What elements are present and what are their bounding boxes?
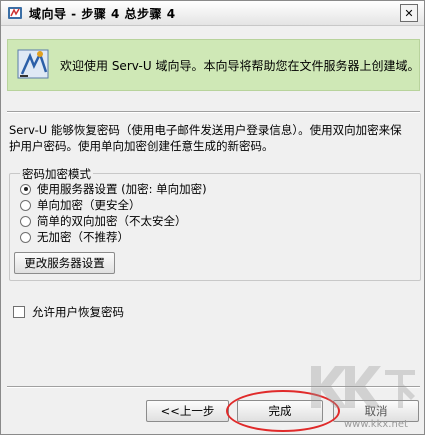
radio-option-server-settings[interactable]: 使用服务器设置 (加密: 单向加密): [20, 181, 207, 197]
wizard-icon: [17, 49, 49, 79]
title-bar: 域向导 - 步骤 4 总步骤 4 ✕: [1, 1, 424, 26]
wizard-window: 域向导 - 步骤 4 总步骤 4 ✕ 欢迎使用 Serv-U 域向导。本向导将帮…: [0, 0, 425, 435]
radio-button[interactable]: [20, 215, 31, 227]
description-line-2: 护用户密码。使用单向加密创建任意生成的新密码。: [9, 139, 274, 153]
separator-top: [7, 111, 420, 113]
change-server-settings-button[interactable]: 更改服务器设置: [14, 252, 115, 274]
radio-button[interactable]: [20, 231, 31, 243]
radio-option-one-way[interactable]: 单向加密（更安全）: [20, 197, 141, 213]
description-line-1: Serv-U 能够恢复密码（使用电子邮件发送用户登录信息）。使用双向加密来保: [9, 123, 402, 137]
radio-button-checked[interactable]: [20, 183, 31, 195]
close-button[interactable]: ✕: [400, 4, 418, 22]
allow-recover-password-label: 允许用户恢复密码: [32, 305, 124, 319]
radio-label: 单向加密（更安全）: [37, 198, 141, 212]
allow-recover-password-checkbox[interactable]: [13, 306, 25, 318]
encryption-mode-group: 密码加密模式 使用服务器设置 (加密: 单向加密) 单向加密（更安全） 简单的双…: [9, 166, 421, 281]
radio-label: 使用服务器设置 (加密: 单向加密): [37, 182, 207, 196]
banner-text: 欢迎使用 Serv-U 域向导。本向导将帮助您在文件服务器上创建域。: [60, 59, 420, 73]
radio-option-two-way[interactable]: 简单的双向加密（不太安全）: [20, 213, 187, 229]
radio-label: 简单的双向加密（不太安全）: [37, 214, 187, 228]
radio-button[interactable]: [20, 199, 31, 211]
close-icon: ✕: [404, 6, 414, 20]
domain-wizard-icon: [8, 7, 22, 19]
allow-recover-password-option[interactable]: 允许用户恢复密码: [13, 304, 124, 320]
watermark-logo: [311, 366, 415, 408]
description-text: Serv-U 能够恢复密码（使用电子邮件发送用户登录信息）。使用双向加密来保 护…: [9, 122, 421, 154]
radio-option-no-encryption[interactable]: 无加密（不推荐）: [20, 229, 129, 245]
radio-label: 无加密（不推荐）: [37, 230, 129, 244]
welcome-banner: 欢迎使用 Serv-U 域向导。本向导将帮助您在文件服务器上创建域。: [7, 39, 420, 91]
watermark-url: www.kkx.net: [344, 419, 408, 430]
window-title: 域向导 - 步骤 4 总步骤 4: [29, 7, 176, 21]
encryption-mode-label: 密码加密模式: [20, 166, 93, 182]
back-button[interactable]: <<上一步: [146, 400, 229, 422]
